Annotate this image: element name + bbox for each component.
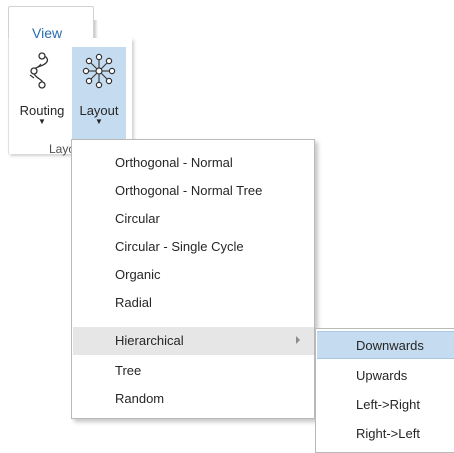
submenu-arrow-icon	[296, 336, 300, 344]
submenu-item-label: Upwards	[356, 368, 408, 383]
menu-item-label: Circular - Single Cycle	[115, 239, 244, 254]
routing-button[interactable]: Routing ▼	[13, 46, 71, 142]
layout-caret-icon: ▼	[95, 117, 103, 126]
menu-item-radial[interactable]: Radial	[73, 289, 314, 317]
menu-item-random[interactable]: Random	[73, 385, 314, 413]
submenu-item-label: Downwards	[356, 338, 424, 353]
menu-item-label: Tree	[115, 363, 142, 378]
submenu-item-label: Right->Left	[356, 426, 420, 441]
routing-label: Routing	[19, 103, 65, 118]
menu-item-label: Random	[115, 391, 165, 406]
menu-item-label: Radial	[115, 295, 152, 310]
menu-item-label: Orthogonal - Normal	[115, 155, 233, 170]
submenu-item-right-left[interactable]: Right->Left	[317, 420, 454, 448]
menu-item-label: Hierarchical	[115, 333, 184, 348]
layout-icon	[81, 52, 117, 93]
menu-item-circular[interactable]: Circular	[73, 205, 314, 233]
menu-item-label: Circular	[115, 211, 160, 226]
layout-button[interactable]: Layout ▼	[72, 47, 126, 140]
submenu-item-upwards[interactable]: Upwards	[317, 362, 454, 390]
layout-label: Layout	[79, 103, 119, 118]
menu-item-orthogonal-normal[interactable]: Orthogonal - Normal	[73, 149, 314, 177]
tab-view[interactable]: View	[8, 6, 94, 41]
submenu-item-label: Left->Right	[356, 397, 420, 412]
menu-item-label: Organic	[115, 267, 161, 282]
menu-item-label: Orthogonal - Normal Tree	[115, 183, 263, 198]
tab-shadow	[94, 20, 98, 39]
hierarchical-submenu: Downwards Upwards Left->Right Right->Lef…	[315, 328, 454, 453]
menu-item-organic[interactable]: Organic	[73, 261, 314, 289]
menu-item-circular-single-cycle[interactable]: Circular - Single Cycle	[73, 233, 314, 261]
menu-item-orthogonal-normal-tree[interactable]: Orthogonal - Normal Tree	[73, 177, 314, 205]
layout-dropdown-menu: Orthogonal - Normal Orthogonal - Normal …	[71, 139, 315, 419]
menu-item-hierarchical[interactable]: Hierarchical	[73, 327, 314, 355]
ribbon-panel: Routing ▼ Layout ▼ Layo	[8, 38, 132, 156]
submenu-item-downwards[interactable]: Downwards	[317, 331, 454, 359]
routing-caret-icon: ▼	[38, 117, 46, 126]
routing-icon	[27, 52, 57, 93]
submenu-item-left-right[interactable]: Left->Right	[317, 391, 454, 419]
menu-item-tree[interactable]: Tree	[73, 357, 314, 385]
